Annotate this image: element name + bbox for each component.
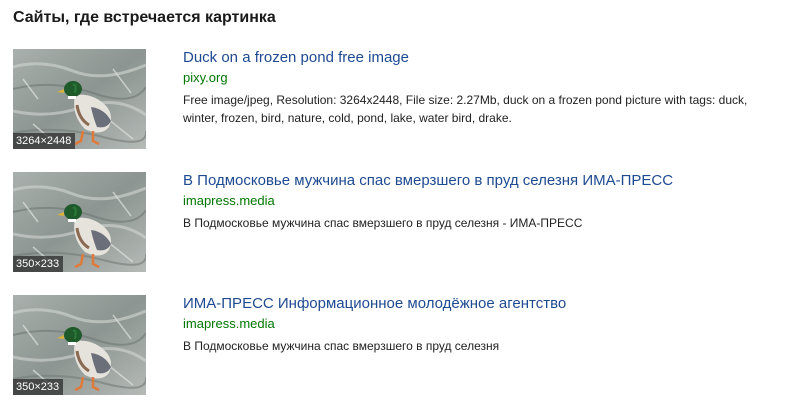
page-title: Сайты, где встречается картинка bbox=[13, 9, 276, 26]
thumbnail-size-badge: 3264×2448 bbox=[13, 133, 76, 149]
result-thumbnail[interactable]: 350×233 bbox=[13, 295, 146, 395]
result-description: В Подмосковье мужчина спас вмерзшего в п… bbox=[183, 339, 500, 353]
result-title-link[interactable]: ИМА-ПРЕСС Информационное молодёжное аген… bbox=[183, 295, 566, 312]
thumbnail-size-badge: 350×233 bbox=[13, 379, 64, 395]
result-thumbnail[interactable]: 3264×2448 bbox=[13, 49, 146, 149]
result-title-link[interactable]: В Подмосковье мужчина спас вмерзшего в п… bbox=[183, 172, 673, 189]
result-item-1: 3264×2448 Duck on a frozen pond free ima… bbox=[13, 49, 783, 149]
result-item-3: 350×233 ИМА-ПРЕСС Информационное молодёж… bbox=[13, 295, 783, 395]
result-title-link[interactable]: Duck on a frozen pond free image bbox=[183, 49, 409, 66]
result-item-2: 350×233 В Подмосковье мужчина спас вмерз… bbox=[13, 172, 783, 272]
result-domain-link[interactable]: imapress.media bbox=[183, 316, 275, 331]
thumbnail-size-badge: 350×233 bbox=[13, 256, 64, 272]
result-domain-link[interactable]: imapress.media bbox=[183, 193, 275, 208]
result-domain-link[interactable]: pixy.org bbox=[183, 70, 228, 85]
result-description: В Подмосковье мужчина спас вмерзшего в п… bbox=[183, 216, 583, 230]
result-description: Free image/jpeg, Resolution: 3264x2448, … bbox=[183, 93, 748, 125]
result-thumbnail[interactable]: 350×233 bbox=[13, 172, 146, 272]
